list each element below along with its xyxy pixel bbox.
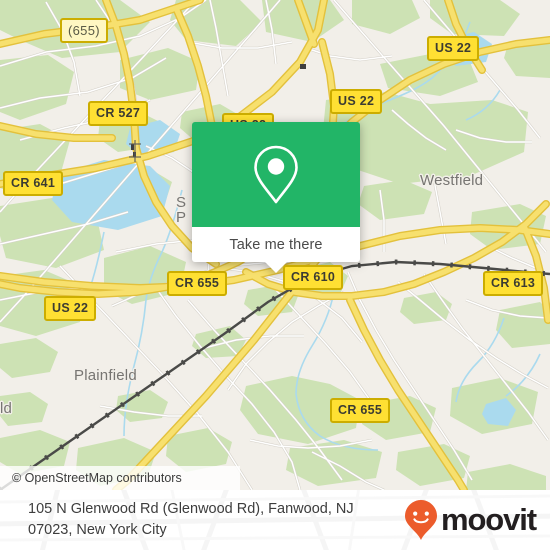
popup-footer[interactable]: Take me there bbox=[192, 227, 360, 262]
road-shield-cr527[interactable]: CR 527 bbox=[88, 101, 149, 126]
road-shield-cr613[interactable]: CR 613 bbox=[483, 271, 544, 296]
road-shield-us22-top[interactable]: US 22 bbox=[330, 89, 383, 114]
road-shield-cr655-bottom[interactable]: CR 655 bbox=[330, 398, 391, 423]
take-me-there-label: Take me there bbox=[229, 236, 323, 253]
moovit-logo[interactable]: moovit bbox=[404, 499, 537, 541]
map-screen: Westfield Plainfield S P ld (655) US 22 … bbox=[0, 0, 550, 550]
map-canvas[interactable]: Westfield Plainfield S P ld (655) US 22 … bbox=[0, 0, 550, 490]
address-line-2: 07023, New York City bbox=[28, 522, 167, 538]
osm-attribution[interactable]: © OpenStreetMap contributors bbox=[0, 466, 240, 490]
moovit-wordmark: moovit bbox=[440, 502, 537, 537]
take-me-there-popup[interactable]: Take me there bbox=[192, 122, 360, 273]
footer-bar: 105 N Glenwood Rd (Glenwood Rd), Fanwood… bbox=[0, 490, 550, 550]
map-pin-icon bbox=[254, 145, 298, 203]
road-shield-655-top[interactable]: (655) bbox=[60, 18, 108, 43]
address-line-1: 105 N Glenwood Rd (Glenwood Rd), Fanwood… bbox=[28, 500, 354, 517]
footer-content: 105 N Glenwood Rd (Glenwood Rd), Fanwood… bbox=[0, 490, 550, 550]
road-shield-us22-top-right[interactable]: US 22 bbox=[427, 36, 480, 61]
road-shield-us22-left[interactable]: US 22 bbox=[44, 296, 97, 321]
address-text: 105 N Glenwood Rd (Glenwood Rd), Fanwood… bbox=[28, 499, 354, 541]
popup-header bbox=[192, 122, 360, 227]
moovit-pin-smiley-icon bbox=[404, 500, 437, 540]
osm-attribution-label: © OpenStreetMap contributors bbox=[12, 471, 182, 485]
road-shield-cr610[interactable]: CR 610 bbox=[283, 265, 344, 290]
road-shield-cr641[interactable]: CR 641 bbox=[3, 171, 64, 196]
road-shield-cr655-mid[interactable]: CR 655 bbox=[167, 271, 228, 296]
